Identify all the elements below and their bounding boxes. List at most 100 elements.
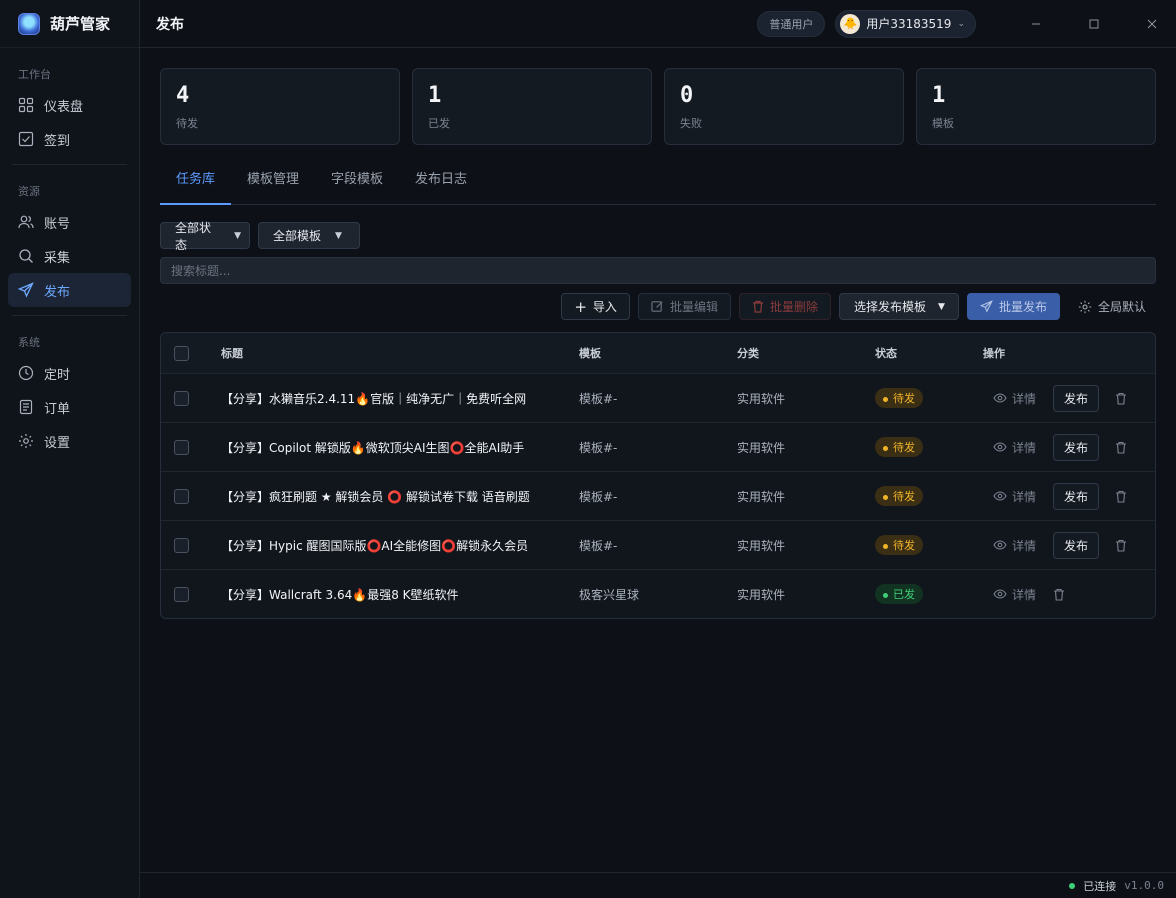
delete-button[interactable]: [1053, 588, 1093, 601]
stat-value: 0: [680, 83, 694, 108]
sidebar-item-schedule[interactable]: 定时: [8, 356, 131, 390]
row-checkbox[interactable]: [174, 488, 189, 504]
header-template: 模板: [579, 347, 601, 360]
batch-publish-button[interactable]: 批量发布: [966, 293, 1060, 320]
avatar: 🐥: [840, 13, 861, 34]
stats-row: 4 待发 1 已发 0 失败 1 模板: [160, 68, 1156, 145]
select-value: 选择发布模板: [853, 300, 926, 314]
close-button[interactable]: [1128, 0, 1176, 48]
table-row: 【分享】Copilot 解锁版🔥微软顶尖AI生图⭕全能AI助手 模板#- 实用软…: [161, 422, 1155, 471]
global-default-label: 全局默认: [1097, 300, 1146, 314]
status-badge: 待发: [875, 437, 923, 457]
sidebar-item-collect[interactable]: 采集: [8, 239, 131, 273]
publish-button[interactable]: 发布: [1053, 433, 1099, 461]
sidebar: 葫芦管家 工作台 仪表盘 签到 资源 账号 采集 发布 系统 定时 订单 设置: [0, 0, 140, 898]
status-text: 待发: [893, 539, 915, 552]
status-badge: 待发: [875, 388, 923, 408]
detail-button[interactable]: 详情: [983, 390, 1053, 407]
status-text: 已发: [893, 588, 915, 601]
tab-field-templates[interactable]: 字段模板: [315, 169, 399, 205]
sidebar-item-label: 发布: [44, 284, 71, 300]
search-input[interactable]: 搜索标题...: [160, 257, 1156, 284]
section-title-workbench: 工作台: [18, 68, 51, 81]
publish-button[interactable]: 发布: [1053, 384, 1099, 412]
tab-template-management[interactable]: 模板管理: [231, 169, 315, 205]
header-title: 标题: [221, 347, 243, 360]
row-checkbox[interactable]: [174, 537, 189, 553]
select-all-checkbox[interactable]: [174, 345, 189, 361]
batch-delete-button[interactable]: 批量删除: [738, 293, 831, 320]
global-default-button[interactable]: 全局默认: [1068, 293, 1156, 320]
stat-value: 1: [428, 83, 442, 108]
detail-button[interactable]: 详情: [983, 586, 1053, 603]
status-filter-select[interactable]: 全部状态 ▼: [160, 221, 250, 252]
batch-delete-label: 批量删除: [769, 300, 818, 314]
table-row: 【分享】水獭音乐2.4.11🔥官版｜纯净无广｜免费听全网 模板#- 实用软件 待…: [161, 373, 1155, 422]
stat-card-pending: 4 待发: [160, 68, 400, 145]
trash-icon: [1116, 392, 1126, 405]
publish-template-select[interactable]: 选择发布模板 ▼: [838, 293, 959, 320]
eye-icon: [993, 491, 1007, 501]
row-title: 【分享】Hypic 醒图国际版⭕AI全能修图⭕解锁永久会员: [221, 538, 529, 553]
status-text: 待发: [893, 490, 915, 503]
section-title-resources: 资源: [18, 185, 40, 198]
row-template: 模板#-: [579, 391, 618, 406]
sidebar-item-label: 定时: [44, 367, 71, 383]
header-category: 分类: [737, 347, 759, 360]
row-checkbox[interactable]: [174, 390, 189, 406]
user-icon: [18, 215, 34, 229]
stat-value: 4: [176, 83, 190, 108]
row-checkbox[interactable]: [174, 439, 189, 455]
sidebar-item-checkin[interactable]: 签到: [8, 122, 131, 156]
gear-icon: [1078, 300, 1092, 313]
app-logo-icon: [18, 12, 40, 35]
table-row: 【分享】疯狂刷题 ★ 解锁会员 ⭕ 解锁试卷下载 语音刷题 模板#- 实用软件 …: [161, 471, 1155, 520]
publish-button[interactable]: 发布: [1053, 531, 1099, 559]
stat-label: 失败: [680, 117, 702, 130]
eye-icon: [993, 442, 1007, 452]
sidebar-item-account[interactable]: 账号: [8, 205, 131, 239]
sidebar-item-label: 设置: [44, 435, 71, 451]
publish-button[interactable]: 发布: [1053, 482, 1099, 510]
sidebar-item-publish[interactable]: 发布: [8, 273, 131, 307]
detail-button[interactable]: 详情: [983, 439, 1053, 456]
batch-edit-button[interactable]: 批量编辑: [637, 293, 731, 320]
task-table: 标题 模板 分类 状态 操作 【分享】水獭音乐2.4.11🔥官版｜纯净无广｜免费…: [160, 332, 1156, 619]
role-badge: 普通用户: [757, 10, 826, 37]
sidebar-item-dashboard[interactable]: 仪表盘: [8, 88, 131, 122]
sidebar-item-orders[interactable]: 订单: [8, 390, 131, 424]
delete-button[interactable]: [1099, 441, 1143, 454]
status-badge: 已发: [875, 584, 923, 604]
dashboard-icon: [18, 97, 34, 113]
delete-button[interactable]: [1099, 392, 1143, 405]
row-category: 实用软件: [737, 587, 786, 602]
chevron-down-icon: ▼: [234, 230, 241, 241]
tab-task-library[interactable]: 任务库: [160, 169, 232, 205]
detail-button[interactable]: 详情: [983, 537, 1053, 554]
section-title-system: 系统: [18, 336, 40, 349]
delete-button[interactable]: [1099, 490, 1143, 503]
stat-label: 模板: [932, 117, 954, 130]
user-menu-button[interactable]: 🐥 用户33183519 ⌄: [835, 9, 976, 38]
delete-button[interactable]: [1099, 539, 1143, 552]
maximize-icon: [1089, 19, 1099, 28]
detail-button[interactable]: 详情: [983, 488, 1053, 505]
row-checkbox[interactable]: [174, 586, 189, 602]
eye-icon: [993, 540, 1007, 550]
status-bar: 已连接 v1.0.0: [140, 872, 1176, 898]
select-value: 全部模板: [273, 229, 322, 243]
table-header: 标题 模板 分类 状态 操作: [161, 333, 1155, 373]
chevron-down-icon: ⌄: [957, 18, 965, 29]
template-filter-select[interactable]: 全部模板 ▼: [258, 222, 360, 249]
maximize-button[interactable]: [1070, 0, 1118, 48]
clock-icon: [18, 365, 34, 381]
gear-icon: [19, 434, 33, 448]
sidebar-item-label: 签到: [44, 133, 71, 149]
row-title: 【分享】水獭音乐2.4.11🔥官版｜纯净无广｜免费听全网: [221, 391, 527, 406]
sidebar-item-label: 账号: [44, 216, 71, 232]
import-button[interactable]: + 导入: [561, 293, 630, 320]
tab-publish-log[interactable]: 发布日志: [399, 169, 483, 205]
sidebar-item-settings[interactable]: 设置: [8, 424, 131, 458]
row-title: 【分享】Wallcraft 3.64🔥最强8 K壁纸软件: [221, 587, 459, 602]
minimize-button[interactable]: [1012, 0, 1060, 48]
